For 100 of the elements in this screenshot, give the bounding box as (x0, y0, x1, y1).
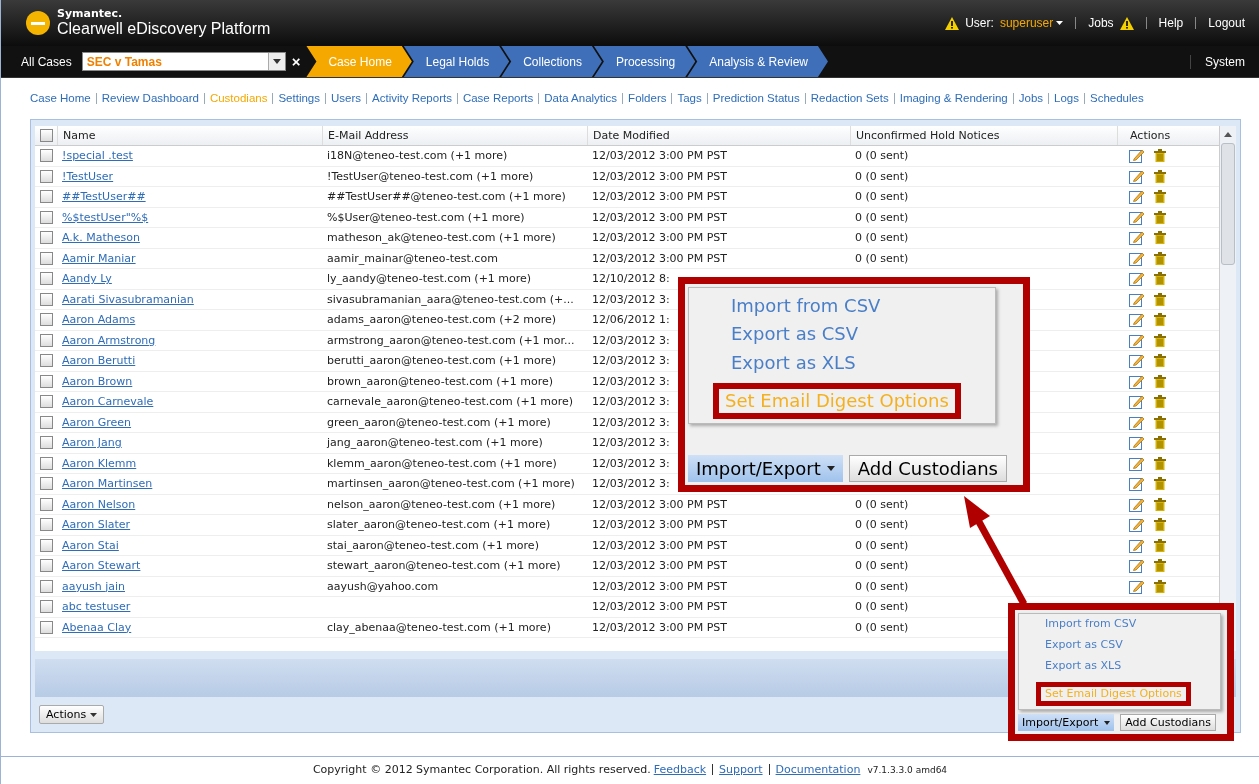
footer-link[interactable]: Feedback (653, 763, 707, 776)
nav-link[interactable]: Schedules (1090, 92, 1144, 104)
nav-link[interactable]: Settings (278, 92, 320, 104)
edit-icon[interactable] (1129, 332, 1145, 348)
add-custodians-button[interactable]: Add Custodians (1120, 714, 1216, 731)
edit-icon[interactable] (1129, 578, 1145, 594)
workflow-tab[interactable]: Processing (593, 46, 696, 77)
trash-icon[interactable] (1154, 313, 1166, 327)
nav-link[interactable]: Folders (628, 92, 667, 104)
trash-icon[interactable] (1154, 436, 1166, 450)
edit-icon[interactable] (1129, 189, 1145, 205)
workflow-tab[interactable]: Collections (501, 46, 602, 77)
help-link[interactable]: Help (1158, 16, 1184, 30)
custodian-link[interactable]: !special .test (62, 149, 133, 163)
import-export-button[interactable]: Import/Export (1018, 714, 1115, 731)
menu-item[interactable]: Export as XLS (731, 350, 856, 375)
workflow-tab[interactable]: Analysis & Review (687, 46, 828, 77)
row-checkbox[interactable] (40, 313, 53, 327)
edit-icon[interactable] (1129, 517, 1145, 533)
nav-link[interactable]: Case Home (30, 92, 91, 104)
trash-icon[interactable] (1154, 374, 1166, 388)
row-checkbox[interactable] (40, 395, 53, 409)
trash-icon[interactable] (1154, 292, 1166, 306)
edit-icon[interactable] (1129, 168, 1145, 184)
trash-icon[interactable] (1154, 169, 1166, 183)
edit-icon[interactable] (1129, 394, 1145, 410)
custodian-link[interactable]: A.k. Matheson (62, 231, 140, 245)
custodian-link[interactable]: Aaron Berutti (62, 354, 136, 368)
add-custodians-button[interactable]: Add Custodians (848, 455, 1007, 482)
edit-icon[interactable] (1129, 353, 1145, 369)
row-checkbox[interactable] (40, 538, 53, 552)
row-checkbox[interactable] (40, 292, 53, 306)
select-all-checkbox[interactable] (40, 129, 53, 142)
edit-icon[interactable] (1129, 291, 1145, 307)
edit-icon[interactable] (1129, 537, 1145, 553)
custodian-link[interactable]: Aaron Adams (62, 313, 136, 327)
trash-icon[interactable] (1154, 149, 1166, 163)
edit-icon[interactable] (1129, 558, 1145, 574)
trash-icon[interactable] (1154, 518, 1166, 532)
edit-icon[interactable] (1129, 476, 1145, 492)
row-checkbox[interactable] (40, 251, 53, 265)
edit-icon[interactable] (1129, 455, 1145, 471)
custodian-link[interactable]: aayush jain (62, 579, 125, 593)
scrollbar[interactable] (1219, 126, 1236, 652)
trash-icon[interactable] (1154, 579, 1166, 593)
row-checkbox[interactable] (40, 169, 53, 183)
nav-link[interactable]: Logs (1054, 92, 1079, 104)
footer-link[interactable]: Support (719, 763, 763, 776)
nav-link[interactable]: Imaging & Rendering (899, 92, 1008, 104)
logout-link[interactable]: Logout (1208, 16, 1245, 30)
column-header[interactable]: E-Mail Address (322, 126, 587, 145)
nav-link[interactable]: Case Reports (462, 92, 534, 104)
row-checkbox[interactable] (40, 415, 53, 429)
trash-icon[interactable] (1154, 559, 1166, 573)
column-header[interactable]: Name (57, 126, 322, 145)
custodian-link[interactable]: Aaron Stai (62, 538, 119, 552)
custodian-link[interactable]: Aaron Jang (62, 436, 122, 450)
custodian-link[interactable]: Abenaa Clay (62, 620, 132, 634)
edit-icon[interactable] (1129, 312, 1145, 328)
edit-icon[interactable] (1129, 373, 1145, 389)
nav-link[interactable]: Redaction Sets (810, 92, 889, 104)
footer-link[interactable]: Documentation (775, 763, 861, 776)
custodian-link[interactable]: Aaron Klemm (62, 456, 137, 470)
menu-item[interactable]: Import from CSV (1045, 617, 1137, 632)
custodian-link[interactable]: ##TestUser## (62, 190, 146, 204)
row-checkbox[interactable] (40, 149, 53, 163)
row-checkbox[interactable] (40, 436, 53, 450)
custodian-link[interactable]: Aaron Martinsen (62, 477, 153, 491)
user-menu[interactable]: superuser (999, 16, 1064, 30)
row-checkbox[interactable] (40, 333, 53, 347)
menu-item[interactable]: Export as CSV (731, 322, 859, 347)
edit-icon[interactable] (1129, 414, 1145, 430)
trash-icon[interactable] (1154, 477, 1166, 491)
custodian-link[interactable]: Aaron Nelson (62, 497, 136, 511)
custodian-link[interactable]: Aaron Carnevale (62, 395, 154, 409)
edit-icon[interactable] (1129, 271, 1145, 287)
row-checkbox[interactable] (40, 497, 53, 511)
custodian-link[interactable]: Aarati Sivasubramanian (62, 292, 194, 306)
row-checkbox[interactable] (40, 559, 53, 573)
row-checkbox[interactable] (40, 620, 53, 634)
custodian-link[interactable]: Aaron Slater (62, 518, 131, 532)
edit-icon[interactable] (1129, 496, 1145, 512)
row-checkbox[interactable] (40, 477, 53, 491)
scroll-thumb[interactable] (1221, 143, 1235, 265)
row-checkbox[interactable] (40, 272, 53, 286)
row-checkbox[interactable] (40, 354, 53, 368)
menu-item[interactable]: Export as CSV (1045, 637, 1123, 653)
custodian-link[interactable]: abc testuser (62, 600, 131, 614)
trash-icon[interactable] (1154, 251, 1166, 265)
nav-link[interactable]: Tags (677, 92, 702, 104)
row-checkbox[interactable] (40, 231, 53, 245)
trash-icon[interactable] (1154, 333, 1166, 347)
trash-icon[interactable] (1154, 395, 1166, 409)
row-checkbox[interactable] (40, 600, 53, 614)
trash-icon[interactable] (1154, 190, 1166, 204)
scroll-up-icon[interactable] (1224, 132, 1232, 137)
trash-icon[interactable] (1154, 354, 1166, 368)
nav-link[interactable]: Jobs (1018, 92, 1044, 104)
edit-icon[interactable] (1129, 148, 1145, 164)
row-checkbox[interactable] (40, 518, 53, 532)
